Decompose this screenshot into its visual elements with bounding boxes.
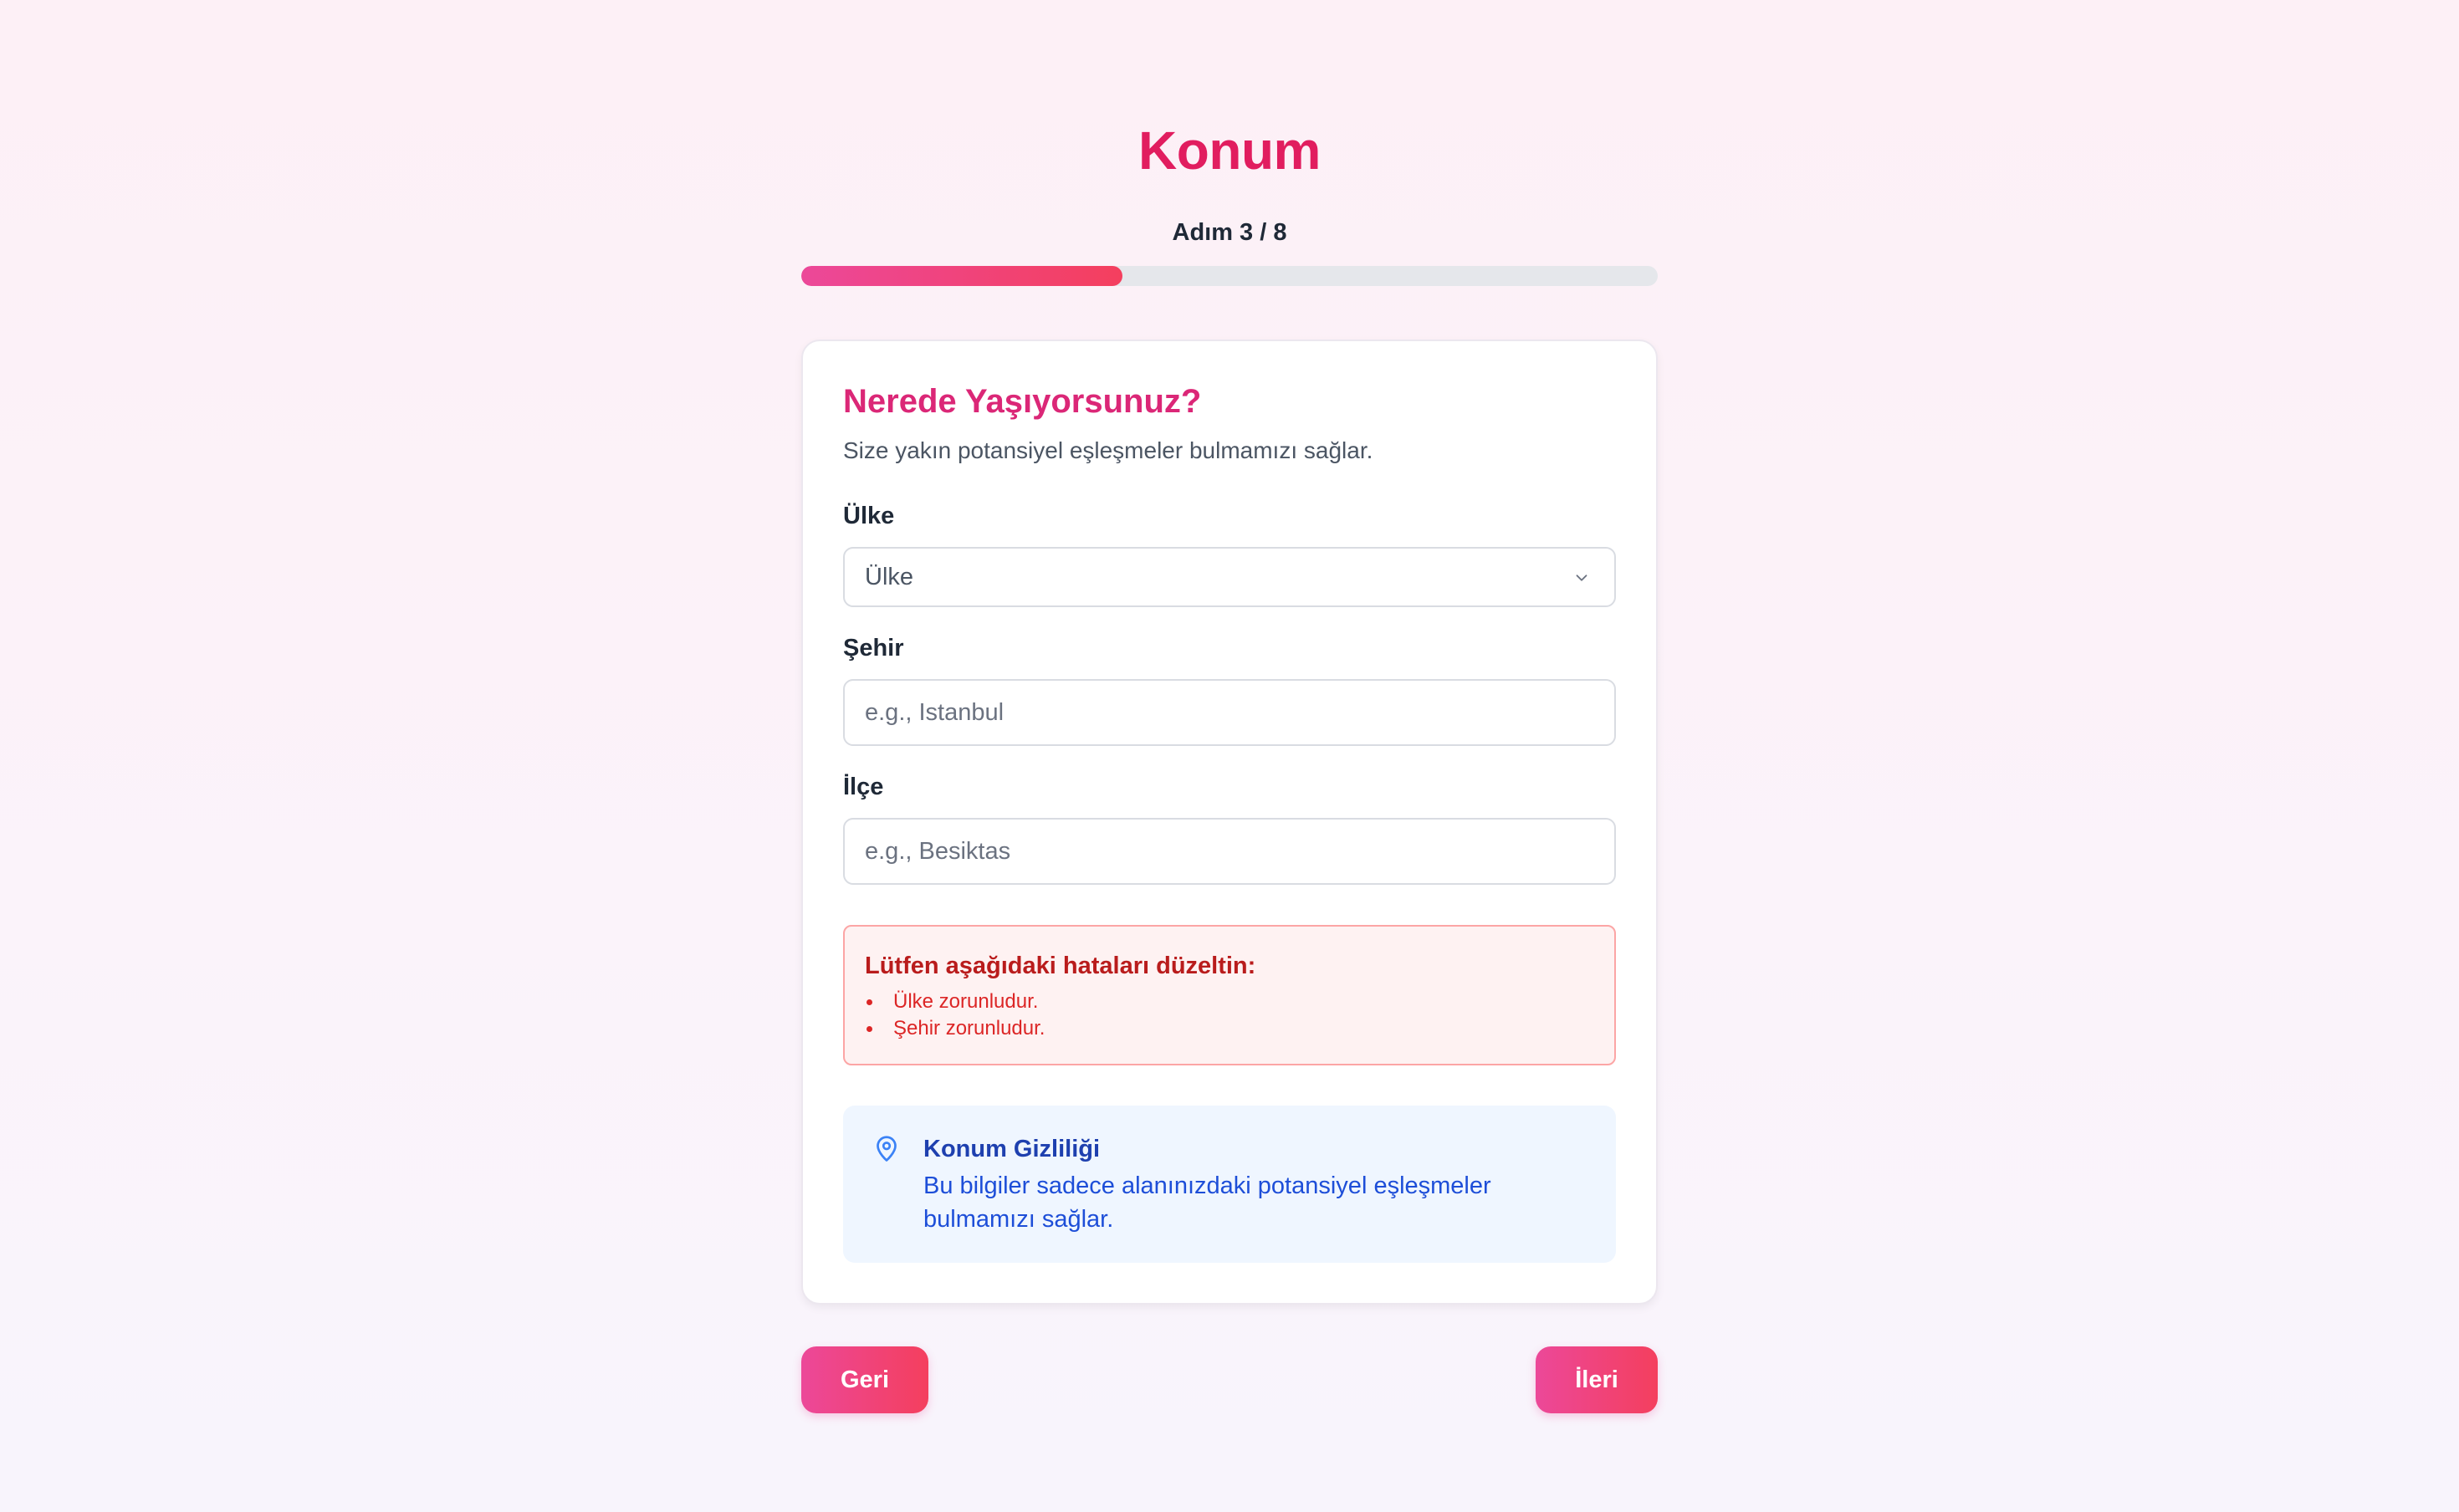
country-select[interactable]: Ülke: [843, 547, 1616, 607]
privacy-title: Konum Gizliliği: [923, 1136, 1101, 1162]
chevron-down-icon: [1576, 575, 1587, 581]
country-select-value: Ülke: [865, 563, 914, 590]
district-field: İlçe: [843, 771, 1616, 885]
navigation-row: Geri İleri: [801, 1346, 1658, 1413]
error-list: Ülke zorunludur. Şehir zorunludur.: [865, 988, 1594, 1042]
back-button[interactable]: Geri: [801, 1346, 928, 1413]
district-input[interactable]: [843, 818, 1616, 885]
error-title: Lütfen aşağıdaki hataları düzeltin:: [865, 953, 1256, 979]
district-label: İlçe: [843, 774, 884, 800]
step-indicator: Adım 3 / 8: [1172, 219, 1287, 246]
city-field: Şehir: [843, 632, 1616, 746]
location-card: Nerede Yaşıyorsunuz? Size yakın potansiy…: [801, 340, 1658, 1305]
card-subtitle: Size yakın potansiyel eşleşmeler bulmamı…: [843, 437, 1373, 463]
next-button[interactable]: İleri: [1536, 1346, 1658, 1413]
privacy-info-box: Konum Gizliliği Bu bilgiler sadece alanı…: [843, 1106, 1616, 1263]
error-item: Şehir zorunludur.: [865, 1015, 1594, 1042]
progress-bar-fill: [801, 266, 1122, 286]
city-input[interactable]: [843, 679, 1616, 746]
privacy-body: Bu bilgiler sadece alanınızdaki potansiy…: [923, 1172, 1491, 1233]
privacy-info-text: Konum Gizliliği Bu bilgiler sadece alanı…: [923, 1132, 1559, 1236]
country-field: Ülke Ülke: [843, 500, 1616, 607]
card-title: Nerede Yaşıyorsunuz?: [843, 383, 1202, 420]
map-pin-icon: [877, 1136, 897, 1162]
page-title: Konum: [1138, 120, 1321, 181]
validation-error-box: Lütfen aşağıdaki hataları düzeltin: Ülke…: [843, 925, 1616, 1065]
city-label: Şehir: [843, 635, 904, 662]
error-item: Ülke zorunludur.: [865, 988, 1594, 1015]
progress-bar: [801, 266, 1658, 286]
onboarding-container: Konum Adım 3 / 8 Nerede Yaşıyorsunuz? Si…: [801, 0, 1658, 1413]
country-label: Ülke: [843, 503, 895, 529]
